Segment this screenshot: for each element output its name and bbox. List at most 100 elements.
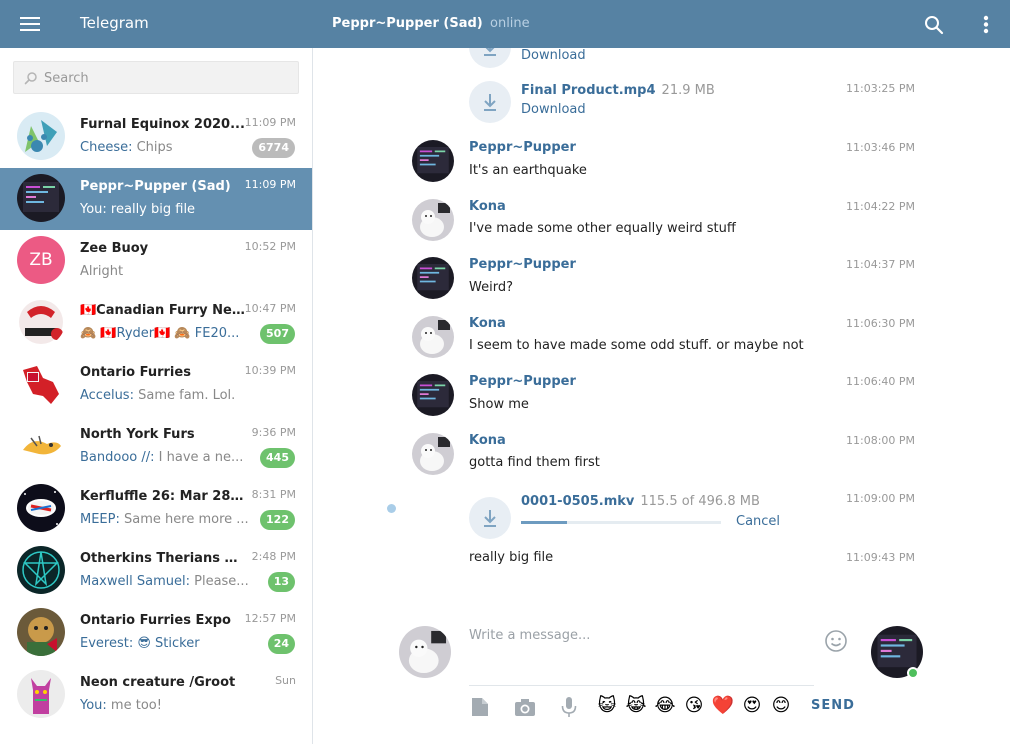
dialog-sender: You: xyxy=(80,698,107,713)
download-button[interactable] xyxy=(469,81,511,123)
dialog-name: Otherkins Therians U... xyxy=(80,551,245,566)
avatar[interactable] xyxy=(412,199,454,241)
message-text: really big file xyxy=(469,550,554,565)
dialog-text: Same here more ... xyxy=(119,512,249,527)
dialog-sender: Bandooo //: xyxy=(80,450,155,465)
dialog-item[interactable]: Neon creature /Groot Sun You: me too! xyxy=(0,664,312,726)
attach-photo-button[interactable] xyxy=(514,696,536,718)
dialog-item[interactable]: North York Furs 9:36 PM Bandooo //: I ha… xyxy=(0,416,312,478)
menu-icon xyxy=(20,17,40,19)
avatar[interactable] xyxy=(399,626,451,678)
emoji-cat-joy[interactable]: 😹 xyxy=(624,694,648,718)
dialog-name: Neon creature /Groot xyxy=(80,675,236,690)
emoji-heart-eyes[interactable]: 😍 xyxy=(740,694,764,718)
document-size: 21.9 MB xyxy=(661,83,715,98)
message-author[interactable]: Kona xyxy=(469,433,506,448)
dialog-name: North York Furs xyxy=(80,427,195,442)
emoji-cat-grin[interactable]: 😺 xyxy=(595,694,619,718)
dialog-time: 8:31 PM xyxy=(251,488,296,501)
message-author[interactable]: Kona xyxy=(469,316,506,331)
document-size: 115.5 of 496.8 MB xyxy=(640,494,760,509)
dialog-sender: Cheese: xyxy=(80,140,133,155)
dialog-item[interactable]: Furnal Equinox 2020... 11:09 PM Cheese: … xyxy=(0,106,312,168)
message-author[interactable]: Peppr~Pupper xyxy=(469,257,576,272)
message-time: 11:08:00 PM xyxy=(846,434,916,447)
microphone-icon xyxy=(561,697,577,717)
avatar xyxy=(17,360,65,408)
more-vertical-icon xyxy=(983,15,989,34)
emoji-kiss[interactable]: 😘 xyxy=(682,694,706,718)
search-input[interactable] xyxy=(44,67,284,89)
chat-title[interactable]: Peppr~Pupper (Sad) xyxy=(332,16,483,31)
dialog-preview: 🙈 🇨🇦Ryder🇨🇦 🙈 FE20... xyxy=(80,326,255,341)
menu-button[interactable] xyxy=(12,10,50,38)
dialog-text: Chips xyxy=(132,140,173,155)
message-time: 11:03:46 PM xyxy=(846,141,916,154)
avatar[interactable] xyxy=(412,140,454,182)
dialog-text: really big file xyxy=(106,202,196,217)
dialog-item[interactable]: ZB Zee Buoy 10:52 PM Alright xyxy=(0,230,312,292)
message-text: Weird? xyxy=(469,280,513,295)
avatar[interactable] xyxy=(412,316,454,358)
send-button[interactable]: SEND xyxy=(811,698,855,713)
cancel-upload-link[interactable]: Cancel xyxy=(736,514,780,529)
emoji-button[interactable] xyxy=(824,629,848,653)
emoji-heart[interactable]: ❤️ xyxy=(711,694,735,718)
message-text: Show me xyxy=(469,397,529,412)
message-time: 11:04:22 PM xyxy=(846,200,916,213)
dialog-preview: Bandooo //: I have a ne... xyxy=(80,450,255,465)
dialog-item[interactable]: Kerfluffle 26: Mar 28t... 8:31 PM MEEP: … xyxy=(0,478,312,540)
search-box xyxy=(13,61,299,94)
download-button[interactable] xyxy=(469,48,511,68)
dialog-name: Peppr~Pupper (Sad) xyxy=(80,179,231,194)
search-button[interactable] xyxy=(920,12,948,38)
dialog-name: Kerfluffle 26: Mar 28t... xyxy=(80,489,245,504)
emoji-smile[interactable]: 😊 xyxy=(769,694,793,718)
pending-indicator xyxy=(387,504,396,513)
avatar xyxy=(17,174,65,222)
message-author[interactable]: Kona xyxy=(469,199,506,214)
upload-progress-fill xyxy=(521,521,567,524)
download-link[interactable]: Download xyxy=(521,48,586,63)
message-author[interactable]: Peppr~Pupper xyxy=(469,140,576,155)
dialog-name: Ontario Furries Expo xyxy=(80,613,231,628)
message-text: I've made some other equally weird stuff xyxy=(469,221,736,236)
message-history: Download Final Product.mp4 21.9 MB Downlo… xyxy=(313,48,1010,608)
message-input[interactable] xyxy=(469,626,814,686)
unread-badge: 13 xyxy=(267,572,295,592)
message-text: gotta find them first xyxy=(469,455,600,470)
dialog-preview: Cheese: Chips xyxy=(80,140,255,155)
avatar[interactable] xyxy=(412,257,454,299)
message-text: It's an earthquake xyxy=(469,163,587,178)
avatar[interactable] xyxy=(412,374,454,416)
dialog-text: me too! xyxy=(106,698,162,713)
message-composer: 😺 😹 😂 😘 ❤️ 😍 😊 SEND xyxy=(313,608,1010,744)
download-icon xyxy=(484,510,496,527)
unread-badge: 122 xyxy=(260,510,295,530)
voice-record-button[interactable] xyxy=(558,696,580,718)
download-link[interactable]: Download xyxy=(521,102,586,117)
message-author[interactable]: Peppr~Pupper xyxy=(469,374,576,389)
message-time: 11:06:30 PM xyxy=(846,317,916,330)
dialog-time: 10:39 PM xyxy=(244,364,296,377)
search-icon xyxy=(925,16,944,35)
avatar xyxy=(17,422,65,470)
avatar[interactable] xyxy=(412,433,454,475)
dialog-preview: MEEP: Same here more ... xyxy=(80,512,255,527)
emoji-joy[interactable]: 😂 xyxy=(653,694,677,718)
dialog-item[interactable]: Ontario Furries 10:39 PM Accelus: Same f… xyxy=(0,354,312,416)
dialog-sender: MEEP: xyxy=(80,512,120,527)
dialog-item[interactable]: Otherkins Therians U... 2:48 PM Maxwell … xyxy=(0,540,312,602)
attach-file-button[interactable] xyxy=(469,696,491,718)
more-options-button[interactable] xyxy=(972,12,998,38)
dialog-item[interactable]: Peppr~Pupper (Sad) 11:09 PM You: really … xyxy=(0,168,312,230)
document-filename: 0001-0505.mkv xyxy=(521,494,635,509)
dialog-item[interactable]: Ontario Furries Expo 12:57 PM Everest: 😎… xyxy=(0,602,312,664)
download-icon xyxy=(484,48,496,56)
upload-progress xyxy=(521,521,721,524)
dialog-item[interactable]: 🇨🇦Canadian Furry Ne... 10:47 PM 🙈 🇨🇦Ryde… xyxy=(0,292,312,354)
search-icon xyxy=(24,72,37,85)
download-button[interactable] xyxy=(469,497,511,539)
dialog-list: Furnal Equinox 2020... 11:09 PM Cheese: … xyxy=(0,106,312,726)
dialog-preview: Maxwell Samuel: Please... xyxy=(80,574,255,589)
